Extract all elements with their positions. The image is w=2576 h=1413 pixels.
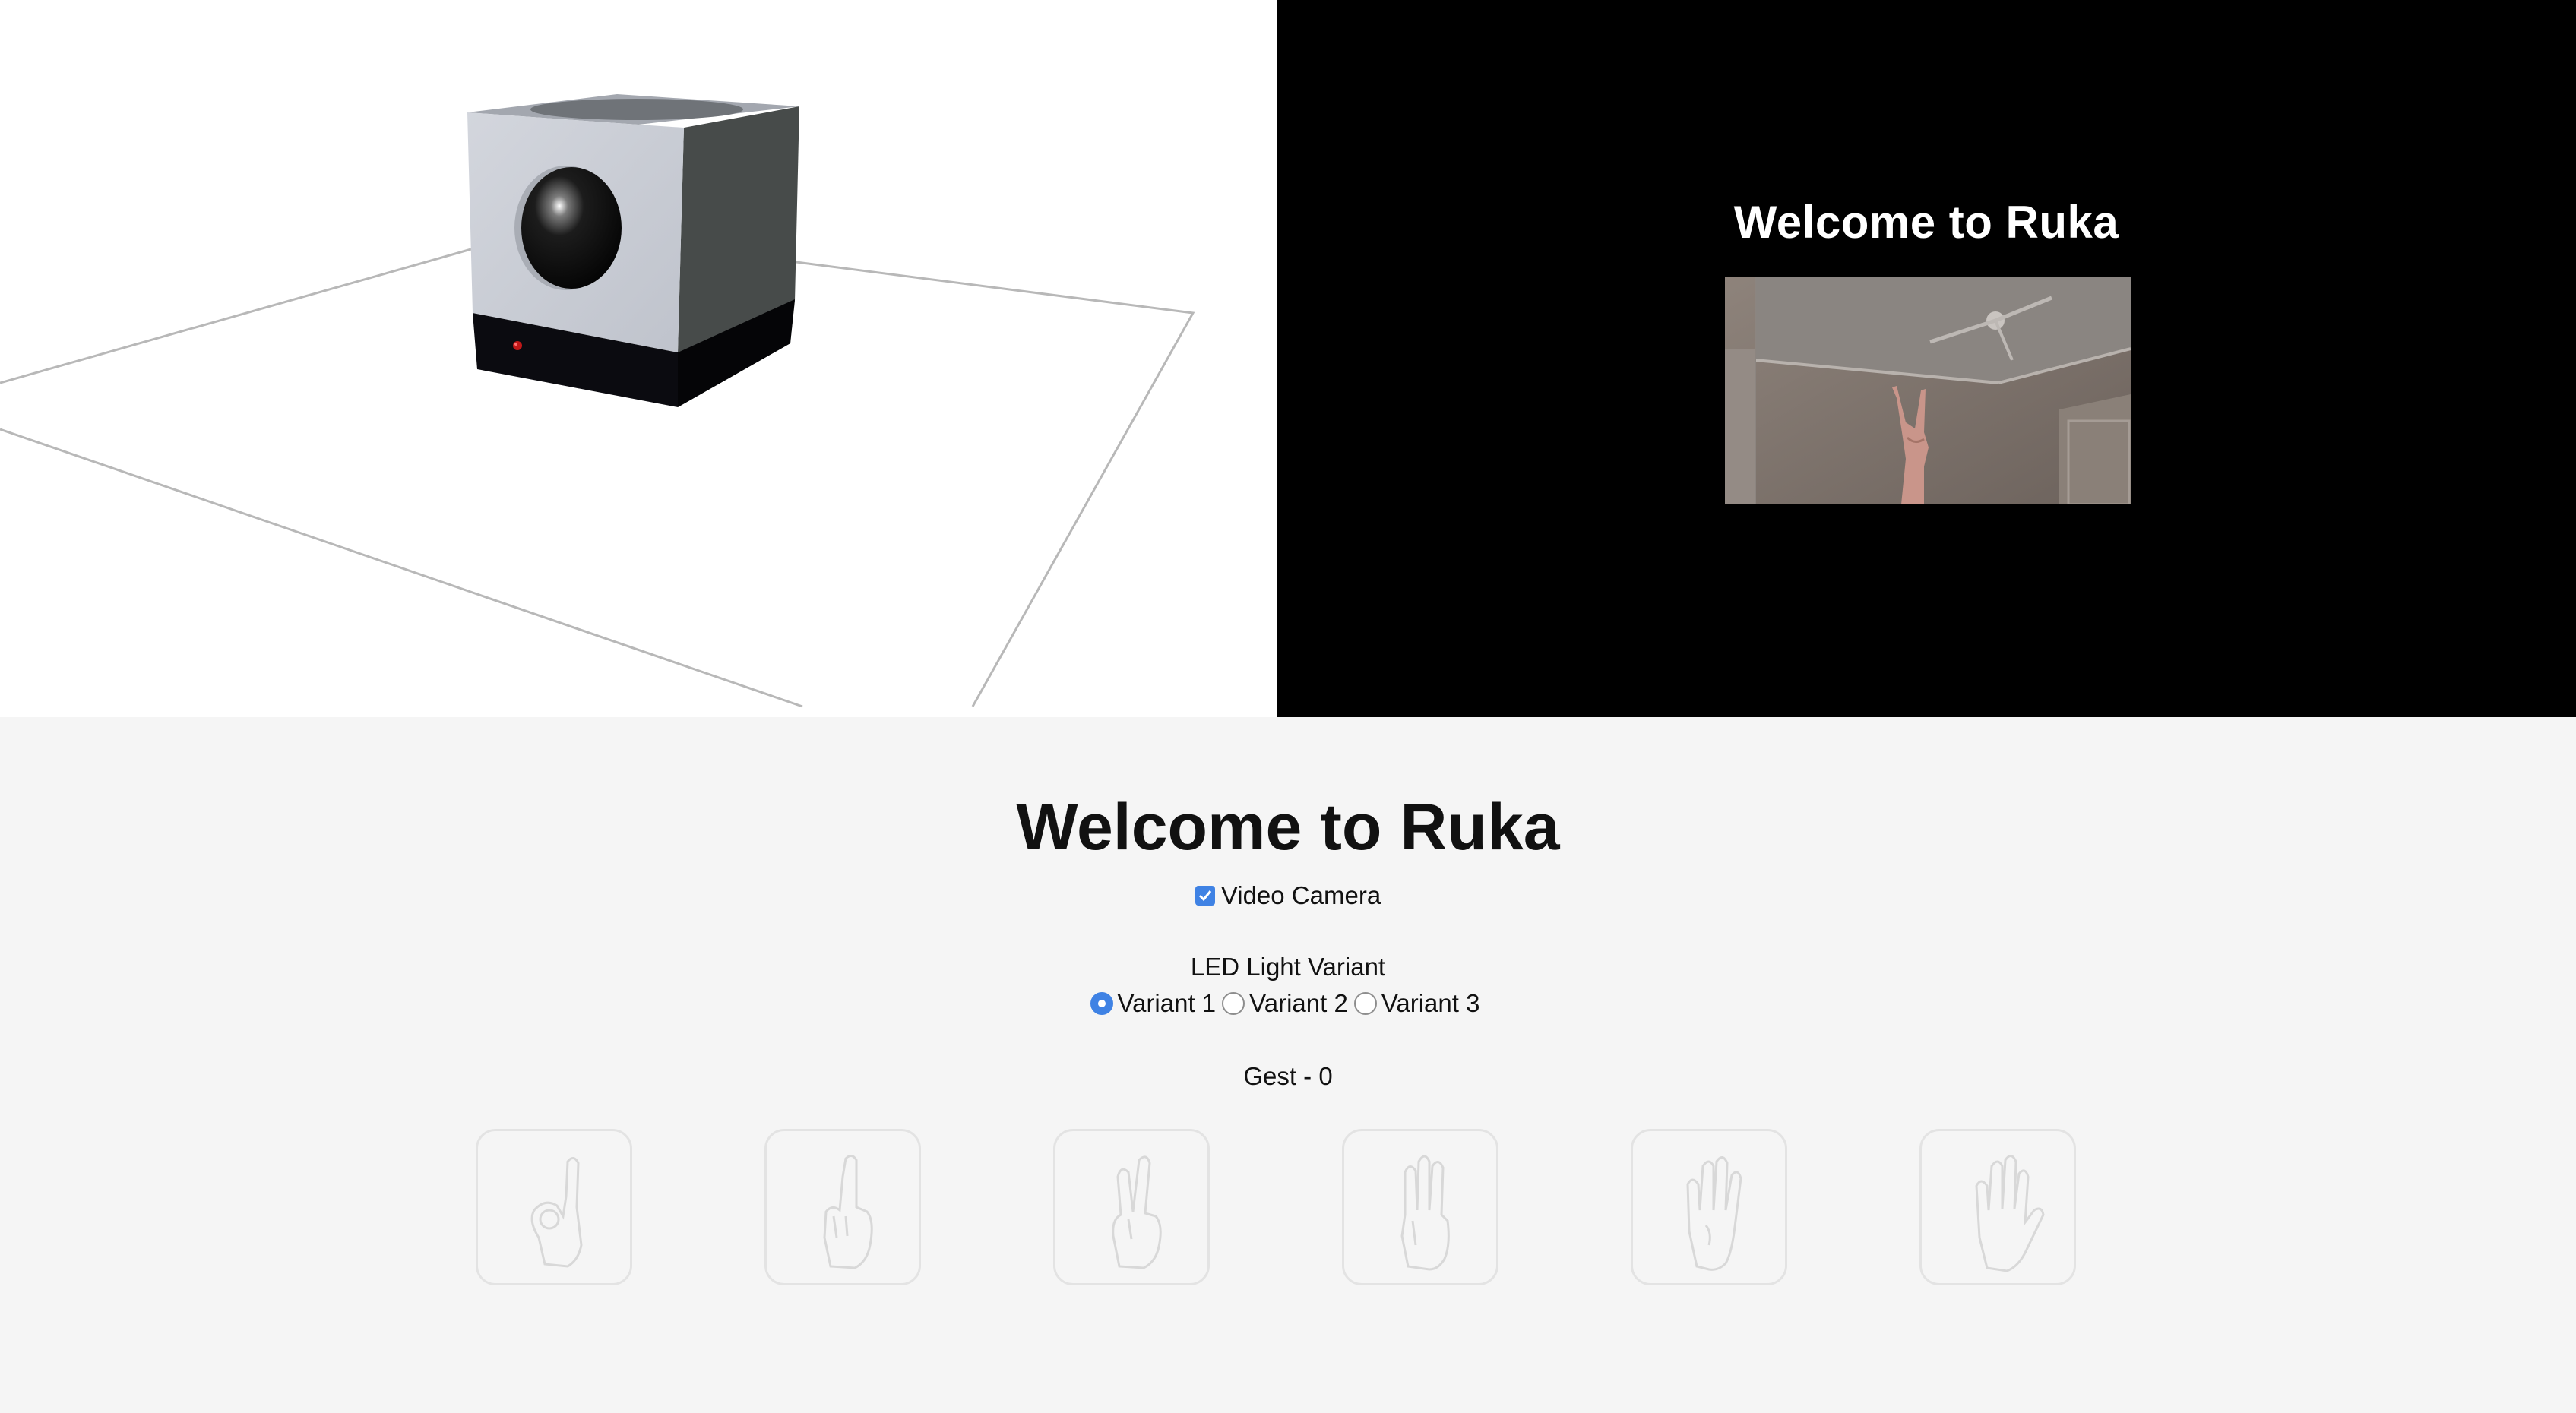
device-3d-render [0,94,1195,708]
ok-hand-gesture-icon [530,1157,583,1268]
led-variant-2-radio[interactable] [1222,992,1245,1015]
ground-plane [0,248,472,384]
video-camera-toggle[interactable]: Video Camera [0,881,2576,910]
led-variant-2[interactable]: Variant 2 [1222,989,1348,1018]
led-variant-3-radio[interactable] [1353,992,1377,1015]
led-variant-label: LED Light Variant [1190,953,1386,981]
led-variant-1[interactable]: Variant 1 [1090,989,1217,1018]
checkmark-icon [1198,890,1211,902]
three-finger-gesture-icon [1400,1155,1450,1271]
led-variant-group: Variant 1 Variant 2 Variant 3 [0,989,2576,1018]
two-finger-gesture-icon [1112,1155,1162,1269]
led-variant-1-label: Variant 1 [1117,989,1217,1017]
gesture-card-5[interactable] [1631,1129,1787,1285]
controls-panel: Welcome to Ruka Video Camera LED Light V… [0,717,2576,1413]
four-finger-gesture-icon [1686,1156,1742,1271]
camera-video-feed [1725,277,2131,504]
preview-title: Welcome to Ruka [1733,197,2119,248]
gesture-card-4[interactable] [1342,1129,1498,1285]
camera-preview-panel: Welcome to Ruka [1277,0,2576,717]
page-title: Welcome to Ruka [1016,791,1560,864]
gesture-card-3[interactable] [1053,1129,1210,1285]
gesture-status: Gest - 0 [1243,1062,1333,1090]
video-camera-label: Video Camera [1220,881,1381,909]
led-variant-3[interactable]: Variant 3 [1353,989,1480,1018]
led-variant-2-label: Variant 2 [1249,989,1348,1017]
video-camera-checkbox[interactable] [1195,886,1215,906]
gesture-card-6[interactable] [1919,1129,2076,1285]
scene-viewport[interactable] [0,0,1277,717]
gesture-card-2[interactable] [764,1129,921,1285]
led-variant-1-radio[interactable] [1090,992,1113,1015]
gesture-card-1[interactable] [476,1129,632,1285]
open-palm-gesture-icon [1975,1155,2045,1272]
led-variant-3-label: Variant 3 [1381,989,1480,1017]
one-finger-gesture-icon [823,1155,873,1269]
